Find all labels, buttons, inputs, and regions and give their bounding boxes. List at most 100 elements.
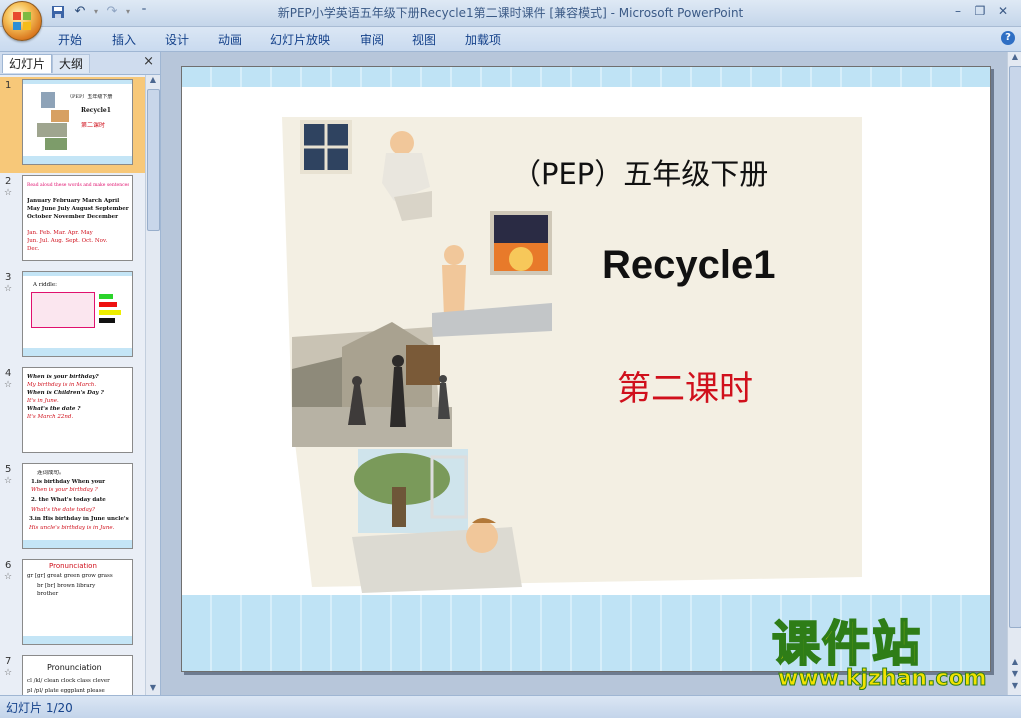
close-window-button[interactable]: ✕ bbox=[993, 2, 1013, 20]
thumb-text: Pronunciation bbox=[49, 563, 97, 570]
answer-box bbox=[99, 310, 121, 315]
scroll-up-icon[interactable]: ▲ bbox=[1008, 52, 1021, 64]
thumb-text: January February March April bbox=[27, 198, 120, 204]
scroll-up-icon[interactable]: ▲ bbox=[146, 75, 160, 87]
watermark-text: 课件站 bbox=[771, 615, 923, 673]
slide-top-band bbox=[182, 67, 990, 87]
tab-design[interactable]: 设计 bbox=[165, 31, 189, 48]
slide-scrollbar[interactable]: ▲ ▲ ▼ ▼ bbox=[1007, 52, 1021, 695]
thumb-text: May June July August September bbox=[27, 206, 129, 212]
thumbnail-number: 3 bbox=[5, 272, 12, 283]
window-title: 新PEP小学英语五年级下册Recycle1第二课时课件 [兼容模式] - Mic… bbox=[277, 6, 744, 20]
answer-box bbox=[99, 318, 115, 323]
office-button[interactable] bbox=[2, 1, 42, 41]
animation-star-icon: ☆ bbox=[4, 572, 13, 582]
thumbnail-number: 1 bbox=[5, 80, 12, 91]
status-bar: 幻灯片 1/20 bbox=[0, 695, 1021, 718]
thumb-text: October November December bbox=[27, 214, 119, 220]
thumbnail-item-4[interactable]: 4 ☆ When is your birthday? My birthday i… bbox=[0, 365, 145, 461]
thumb-decor bbox=[23, 540, 132, 548]
thumb-text: What's the date today? bbox=[31, 507, 95, 513]
thumbnail-item-6[interactable]: 6 ☆ Pronunciation gr [gr] great green gr… bbox=[0, 557, 145, 653]
thumbnail-number: 2 bbox=[5, 176, 12, 187]
slide-thumbnail[interactable]: Read aloud these words and make sentence… bbox=[22, 175, 133, 261]
thumbnail-item-2[interactable]: 2 ☆ Read aloud these words and make sent… bbox=[0, 173, 145, 269]
restore-button[interactable]: ❐ bbox=[970, 2, 990, 20]
watermark-logo: 课件站 www.kjzhan.com bbox=[770, 615, 1015, 694]
thumb-text: My birthday is in March. bbox=[27, 382, 97, 388]
thumb-decor bbox=[23, 636, 132, 644]
thumb-text: What's the date ? bbox=[27, 406, 81, 412]
thumb-text: 第二课时 bbox=[81, 122, 106, 129]
slide-title-unit[interactable]: Recycle1 bbox=[602, 243, 775, 288]
slide-canvas[interactable]: （PEP）五年级下册 Recycle1 第二课时 bbox=[181, 66, 991, 672]
slide-thumbnail[interactable]: 连词成句。 1.is birthday When your When is yo… bbox=[22, 463, 133, 549]
slide-thumbnail[interactable]: A riddle: bbox=[22, 271, 133, 357]
watermark-url: www.kjzhan.com bbox=[778, 666, 988, 692]
slide-title-grade[interactable]: （PEP）五年级下册 bbox=[512, 151, 768, 193]
thumbnail-item-3[interactable]: 3 ☆ A riddle: bbox=[0, 269, 145, 365]
animation-star-icon: ☆ bbox=[4, 380, 13, 390]
title-bar: ↶ ▾ ↷ ▾ ⁼ 新PEP小学英语五年级下册Recycle1第二课时课件 [兼… bbox=[0, 0, 1021, 41]
tab-insert[interactable]: 插入 bbox=[112, 31, 136, 48]
thumb-text: Recycle1 bbox=[81, 107, 111, 114]
thumb-text: A riddle: bbox=[33, 282, 58, 288]
thumbnail-number: 6 bbox=[5, 560, 12, 571]
thumb-text: brother bbox=[37, 591, 59, 597]
slide-thumbnail[interactable]: When is your birthday? My birthday is in… bbox=[22, 367, 133, 453]
thumb-text: His uncle's birthday is in June. bbox=[29, 525, 115, 531]
close-panel-icon[interactable]: × bbox=[143, 54, 154, 69]
thumb-text: cl /kl/ clean clock class clever bbox=[27, 678, 110, 684]
slide-thumbnail[interactable]: （PEP）五年级下册 Recycle1 第二课时 bbox=[22, 79, 133, 165]
tab-review[interactable]: 审阅 bbox=[360, 31, 384, 48]
slide-editor: （PEP）五年级下册 Recycle1 第二课时 ▲ ▲ ▼ ▼ bbox=[161, 52, 1021, 695]
thumbnail-list: 1 （PEP）五年级下册 Recycle1 第二课时 2 ☆ Read alou… bbox=[0, 75, 145, 695]
animation-star-icon: ☆ bbox=[4, 668, 13, 678]
slide-title-lesson[interactable]: 第二课时 bbox=[617, 361, 753, 410]
scroll-down-icon[interactable]: ▼ bbox=[146, 683, 160, 695]
thumb-text: It's in June. bbox=[27, 398, 59, 404]
slides-panel: 幻灯片 大纲 × 1 （PEP）五年级下册 Recycle1 第二课时 2 ☆ bbox=[0, 52, 161, 695]
thumbnail-scrollbar[interactable]: ▲ ▼ bbox=[145, 75, 160, 695]
tab-slides[interactable]: 幻灯片 bbox=[2, 54, 53, 73]
thumb-text: When is your birthday? bbox=[27, 374, 99, 380]
animation-star-icon: ☆ bbox=[4, 188, 13, 198]
panel-tabs: 幻灯片 大纲 × bbox=[0, 52, 160, 75]
thumb-text: It's March 22nd. bbox=[27, 414, 74, 420]
tab-outline[interactable]: 大纲 bbox=[52, 54, 91, 73]
thumb-decor bbox=[23, 348, 132, 356]
slide-thumbnail[interactable]: Pronunciation cl /kl/ clean clock class … bbox=[22, 655, 133, 695]
thumb-text: 1.is birthday When your bbox=[31, 479, 106, 485]
slide-indicator: 幻灯片 1/20 bbox=[6, 701, 73, 715]
thumb-text: Jan. Feb. Mar. Apr. May bbox=[27, 230, 93, 236]
tab-slideshow[interactable]: 幻灯片放映 bbox=[270, 31, 330, 48]
thumb-decor bbox=[23, 80, 132, 84]
thumb-text: pl /pl/ plate eggplant please bbox=[27, 688, 105, 694]
thumb-text: Dec. bbox=[27, 246, 40, 252]
thumb-decor bbox=[23, 272, 132, 276]
slide-thumbnail[interactable]: Pronunciation gr [gr] great green grow g… bbox=[22, 559, 133, 645]
thumbnail-item-5[interactable]: 5 ☆ 连词成句。 1.is birthday When your When i… bbox=[0, 461, 145, 557]
thumb-text: 2. the What's today date bbox=[31, 497, 106, 503]
tab-home[interactable]: 开始 bbox=[58, 31, 82, 48]
thumbnail-number: 7 bbox=[5, 656, 12, 667]
thumb-text: When is Children's Day ? bbox=[27, 390, 104, 396]
thumb-text: When is your birthday ? bbox=[31, 487, 98, 493]
ribbon-tabs: 开始 插入 设计 动画 幻灯片放映 审阅 视图 加载项 ? bbox=[0, 27, 1021, 52]
animation-star-icon: ☆ bbox=[4, 476, 13, 486]
thumbnail-item-7[interactable]: 7 ☆ Pronunciation cl /kl/ clean clock cl… bbox=[0, 653, 145, 695]
answer-box bbox=[99, 294, 113, 299]
thumb-text: 3.in His birthday in June uncle's bbox=[29, 516, 129, 522]
scrollbar-thumb[interactable] bbox=[147, 89, 160, 231]
minimize-button[interactable]: – bbox=[948, 2, 968, 20]
thumb-text: Jun. Jul. Aug. Sept. Oct. Nov. bbox=[27, 238, 108, 244]
tab-addins[interactable]: 加载项 bbox=[465, 31, 501, 48]
scrollbar-thumb[interactable] bbox=[1009, 66, 1021, 628]
help-icon[interactable]: ? bbox=[1001, 31, 1015, 45]
tab-view[interactable]: 视图 bbox=[412, 31, 436, 48]
thumb-illustration-icon bbox=[37, 92, 69, 150]
thumbnail-item-1[interactable]: 1 （PEP）五年级下册 Recycle1 第二课时 bbox=[0, 77, 145, 173]
office-logo-icon bbox=[13, 12, 31, 30]
tab-animations[interactable]: 动画 bbox=[218, 31, 242, 48]
thumb-text: Pronunciation bbox=[47, 664, 102, 671]
